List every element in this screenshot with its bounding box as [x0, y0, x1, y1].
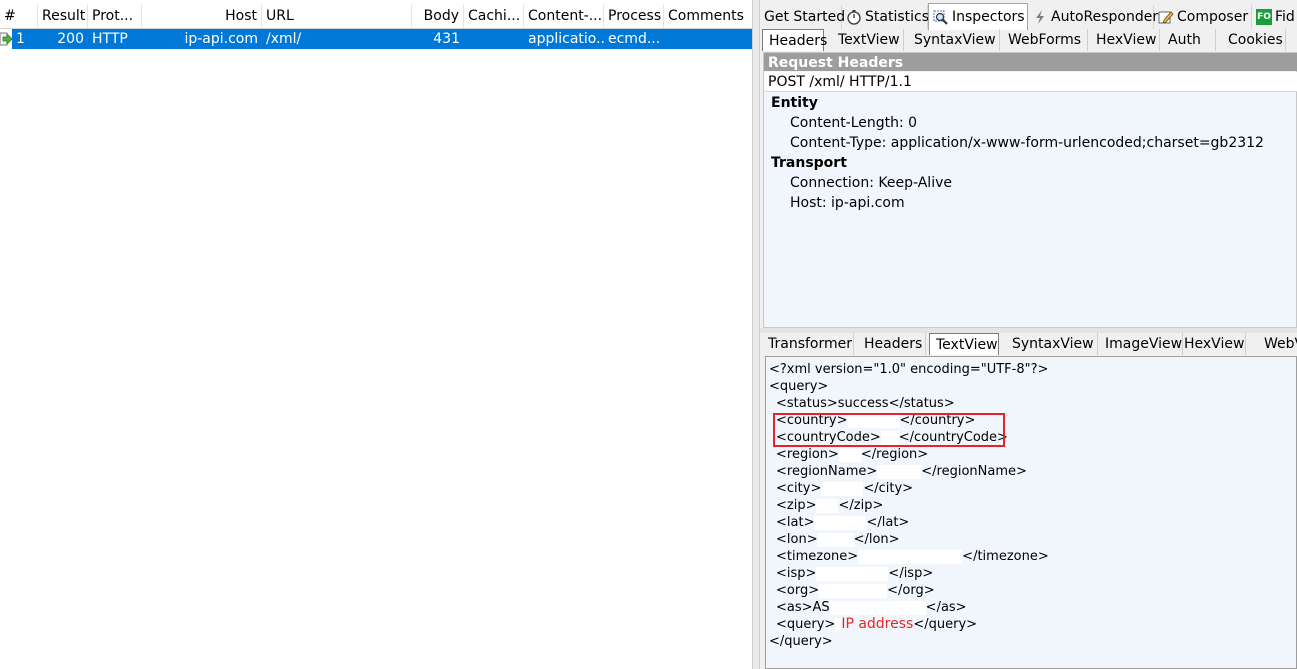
tab-fiddler-orchestra[interactable]: FO Fid — [1252, 5, 1297, 29]
table-row[interactable]: 1 200 HTTP ip-api.com /xml/ 431 applicat… — [12, 29, 752, 49]
xml-region-name: <regionName> </regionName> — [776, 464, 1027, 479]
tab-response-headers[interactable]: Headers — [858, 333, 926, 355]
header-group-entity[interactable]: Entity — [771, 95, 818, 111]
response-textview[interactable]: <?xml version="1.0" encoding="UTF-8"?> <… — [765, 356, 1297, 669]
tab-response-textview[interactable]: TextView — [929, 333, 999, 355]
cell-host: ip-api.com — [184, 31, 258, 47]
cell-result: 200 — [57, 31, 84, 47]
xml-query-open: <query> — [769, 379, 829, 394]
header-group-transport[interactable]: Transport — [771, 155, 847, 171]
xml-as: <as>AS </as> — [776, 600, 967, 615]
header-host[interactable]: Host: ip-api.com — [790, 195, 905, 211]
response-arrow-icon — [0, 31, 13, 47]
column-process[interactable]: Process — [604, 5, 664, 28]
xml-timezone: <timezone> </timezone> — [776, 549, 1049, 564]
tab-label: Statistics — [865, 9, 929, 25]
column-protocol[interactable]: Prot... — [88, 5, 142, 28]
fo-icon: FO — [1256, 9, 1272, 25]
xml-region: <region> </region> — [776, 447, 929, 462]
tab-response-syntaxview[interactable]: SyntaxView — [1006, 333, 1098, 355]
tab-request-headers[interactable]: Headers — [762, 29, 827, 51]
column-body[interactable]: Body — [412, 5, 464, 28]
sessions-column-header: # Result Prot... Host URL Body Cachi... … — [0, 5, 752, 29]
xml-isp: <isp> </isp> — [776, 566, 934, 581]
column-host[interactable]: Host — [142, 5, 262, 28]
highlight-box — [773, 413, 1005, 447]
column-caching[interactable]: Cachi... — [464, 5, 524, 28]
tab-inspectors[interactable]: Inspectors — [928, 3, 1028, 30]
response-tab-strip: Transformer Headers TextView SyntaxView … — [760, 333, 1297, 355]
tab-response-webview[interactable]: WebV — [1258, 333, 1297, 355]
ip-address-label: IP address — [841, 616, 914, 632]
tab-request-auth[interactable]: Auth — [1162, 29, 1216, 51]
header-content-length[interactable]: Content-Length: 0 — [790, 115, 917, 131]
xml-query-ip: <query> IP address</query> — [776, 616, 978, 632]
tab-label: Fid — [1275, 9, 1295, 25]
tab-statistics[interactable]: Statistics — [842, 5, 929, 29]
lightning-icon — [1032, 9, 1048, 25]
magnifier-icon — [933, 9, 949, 25]
cell-protocol: HTTP — [92, 31, 128, 47]
tab-response-imageview[interactable]: ImageView — [1099, 333, 1183, 355]
tab-request-cookies[interactable]: Cookies — [1222, 29, 1286, 51]
xml-declaration: <?xml version="1.0" encoding="UTF-8"?> — [769, 362, 1049, 377]
tab-autoresponder[interactable]: AutoResponder — [1028, 5, 1158, 29]
column-comments[interactable]: Comments — [664, 5, 752, 28]
header-connection[interactable]: Connection: Keep-Alive — [790, 175, 952, 191]
column-content-type[interactable]: Content-... — [524, 5, 604, 28]
main-tab-strip: Get Started Statistics Inspectors AutoRe… — [760, 3, 1297, 30]
vertical-splitter[interactable] — [752, 0, 760, 669]
request-headers-panel: Request Headers POST /xml/ HTTP/1.1 Enti… — [763, 52, 1297, 328]
tab-request-textview[interactable]: TextView — [832, 29, 904, 51]
xml-status: <status>success</status> — [776, 396, 955, 411]
cell-caching — [464, 29, 524, 49]
inspector-pane: Get Started Statistics Inspectors AutoRe… — [760, 0, 1297, 669]
tab-label: Composer — [1177, 9, 1249, 25]
cell-number: 1 — [16, 31, 25, 47]
tab-request-webforms[interactable]: WebForms — [1002, 29, 1088, 51]
tab-get-started[interactable]: Get Started — [760, 5, 846, 29]
tab-label: AutoResponder — [1051, 9, 1159, 25]
tab-response-transformer[interactable]: Transformer — [762, 333, 854, 355]
cell-process: ecmd... — [608, 31, 661, 47]
tab-label: Inspectors — [952, 9, 1025, 25]
request-headers-title: Request Headers — [764, 53, 1297, 71]
request-line[interactable]: POST /xml/ HTTP/1.1 — [764, 72, 1297, 92]
cell-content-type: applicatio... — [528, 31, 604, 47]
column-url[interactable]: URL — [262, 5, 412, 28]
header-content-type[interactable]: Content-Type: application/x-www-form-url… — [790, 135, 1264, 151]
cell-body: 431 — [433, 31, 460, 47]
xml-org: <org> </org> — [776, 583, 935, 598]
tab-response-hexview[interactable]: HexView — [1178, 333, 1246, 355]
xml-lon: <lon> </lon> — [776, 532, 900, 547]
xml-query-close: </query> — [769, 634, 833, 649]
column-number[interactable]: # — [0, 5, 38, 28]
xml-city: <city> </city> — [776, 481, 914, 496]
stopwatch-icon — [846, 9, 862, 25]
sessions-list[interactable]: # Result Prot... Host URL Body Cachi... … — [0, 0, 752, 669]
cell-url: /xml/ — [266, 31, 302, 47]
tab-composer[interactable]: Composer — [1154, 5, 1252, 29]
column-result[interactable]: Result — [38, 5, 88, 28]
xml-zip: <zip> </zip> — [776, 498, 884, 513]
tab-request-hexview[interactable]: HexView — [1090, 29, 1160, 51]
tab-request-syntaxview[interactable]: SyntaxView — [908, 29, 1000, 51]
request-tab-strip: Headers TextView SyntaxView WebForms Hex… — [760, 29, 1297, 51]
tab-label: Get Started — [764, 9, 846, 25]
xml-lat: <lat> </lat> — [776, 515, 910, 530]
cell-comments — [664, 29, 752, 49]
pencil-icon — [1158, 9, 1174, 25]
